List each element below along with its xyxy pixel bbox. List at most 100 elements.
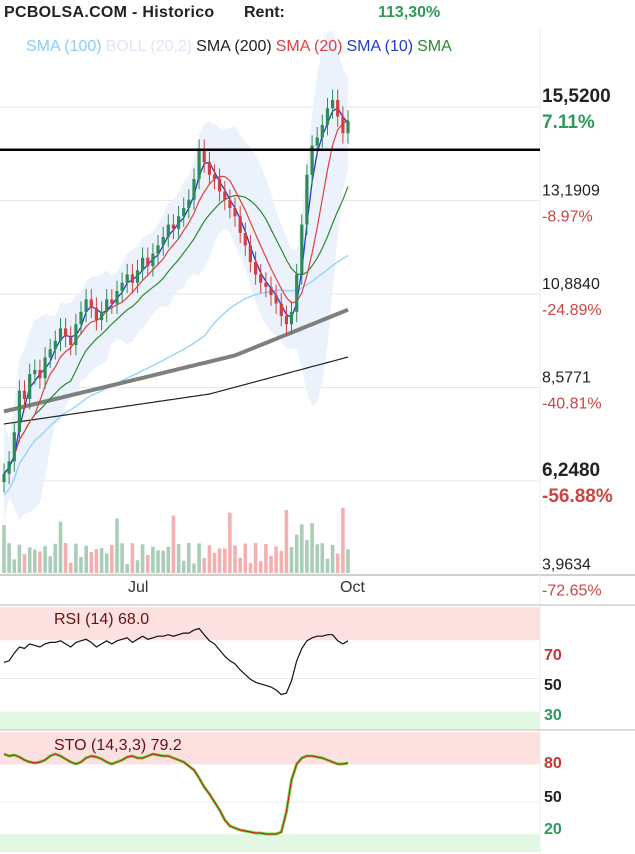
rsi-title: RSI (14) 68.0 [54, 611, 149, 628]
volume-bar [217, 548, 222, 573]
candle-body [192, 178, 196, 200]
volume-bar [248, 563, 253, 573]
volume-bar [151, 546, 155, 573]
candle-body [212, 174, 217, 179]
candle-body [238, 216, 242, 233]
volume-bar [197, 543, 201, 573]
candle-body [79, 311, 83, 325]
legend-item: SMA (20) [275, 38, 343, 55]
volume-bar [238, 557, 242, 573]
candle-body [115, 291, 119, 304]
x-tick-label: Oct [340, 579, 365, 596]
candle-body [100, 311, 104, 321]
volume-bar [330, 544, 335, 573]
volume-bar [68, 562, 73, 573]
candle-body [228, 199, 232, 208]
volume-bar [305, 540, 309, 573]
candle-body [33, 370, 37, 375]
candle-body [64, 328, 68, 337]
volume-bar [192, 563, 196, 573]
candle-body [58, 328, 63, 341]
volume-bar [99, 548, 104, 573]
candle-body [28, 374, 32, 399]
sto-line [3, 753, 349, 835]
candle-body [300, 224, 304, 275]
price-tick-label: 13,1909 [542, 183, 600, 200]
candle-body [284, 316, 288, 325]
candle-body [156, 245, 160, 254]
volume-bar [43, 546, 47, 573]
sto-level-label: 80 [544, 755, 562, 772]
volume-bar [38, 551, 42, 573]
candle-body [2, 473, 6, 483]
percent-tick-label: -8.97% [542, 209, 593, 226]
candle-body [171, 224, 175, 229]
volume-bar [27, 547, 32, 573]
volume-bar [89, 552, 94, 573]
candle-body [110, 299, 114, 304]
volume-bar [74, 543, 78, 573]
volume-bar [146, 554, 150, 573]
candle-body [146, 257, 150, 267]
volume-bar [156, 550, 160, 573]
volume-bar [2, 525, 6, 573]
candle-body [341, 116, 345, 134]
candle-body [74, 324, 78, 346]
percent-tick-label: -56.88% [542, 486, 613, 507]
candle-body [336, 100, 340, 117]
volume-bar [269, 555, 273, 573]
candle-body [48, 349, 52, 358]
percent-tick-label: -72.65% [542, 583, 602, 600]
candle-body [269, 286, 273, 296]
candle-body [346, 120, 350, 134]
volume-bar [315, 544, 319, 573]
candle-body [69, 336, 73, 345]
volume-bar [258, 561, 263, 573]
volume-bar [7, 543, 11, 573]
candle-body [320, 124, 324, 138]
volume-bar [300, 524, 304, 573]
candle-body [274, 295, 278, 304]
volume-bar [335, 553, 340, 573]
candle-body [223, 191, 227, 200]
volume-bar [243, 543, 248, 573]
percent-tick-label: -40.81% [542, 396, 602, 413]
x-tick-label: Jul [128, 579, 148, 596]
volume-bar [279, 550, 284, 573]
candle-body [89, 299, 93, 308]
candle-body [305, 174, 309, 225]
volume-bar [176, 544, 181, 573]
candle-body [151, 253, 155, 267]
legend-item: SMA (200) [196, 38, 272, 55]
volume-bar [63, 543, 68, 573]
volume-bar [223, 548, 227, 573]
volume-bar [274, 546, 278, 573]
volume-bar [289, 547, 294, 573]
price-tick-label: 6,2480 [542, 460, 600, 481]
volume-bar [17, 544, 22, 573]
candle-body [254, 262, 258, 275]
legend-item: SMA (100) [26, 38, 102, 55]
candle-body [125, 274, 129, 283]
volume-bar [171, 515, 176, 573]
rsi-level-label: 30 [544, 707, 562, 724]
candle-body [43, 357, 47, 379]
percent-tick-label: -24.89% [542, 302, 602, 319]
sto-level-label: 20 [544, 821, 562, 838]
candle-body [53, 340, 57, 350]
price-tick-label: 3,9634 [542, 557, 591, 574]
candle-body [315, 137, 319, 146]
price-tick-label: 15,5200 [542, 86, 611, 107]
candle-body [166, 224, 170, 238]
candle-body [197, 149, 201, 179]
percent-tick-label: 7.11% [542, 112, 595, 133]
candle-body [279, 303, 283, 316]
sto-level-label: 50 [544, 789, 562, 806]
volume-bar [130, 543, 135, 573]
volume-bar [181, 560, 186, 573]
volume-bar [228, 512, 232, 573]
candle-body [130, 274, 134, 283]
volume-bar [284, 510, 289, 573]
volume-bar [135, 560, 140, 573]
volume-bar [341, 507, 345, 573]
